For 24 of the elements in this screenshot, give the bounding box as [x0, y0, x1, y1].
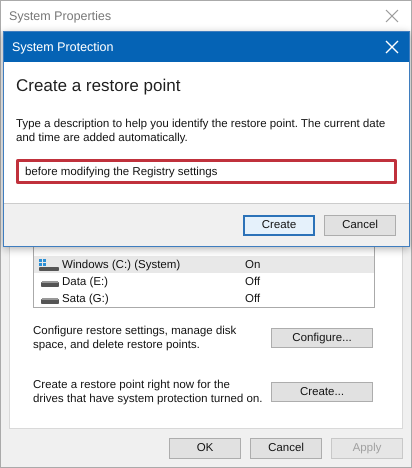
close-icon[interactable]	[385, 9, 399, 23]
dialog-button[interactable]: Cancel	[250, 438, 322, 458]
action-button[interactable]: Create...	[271, 382, 373, 402]
protection-status: Off	[244, 292, 260, 304]
drive-name: Data (E:)	[62, 276, 108, 288]
dialog-button[interactable]: Cancel	[324, 214, 396, 236]
dialog-title: System Protection	[12, 40, 114, 54]
action-button[interactable]: Configure...	[271, 328, 373, 348]
drive-icon	[39, 258, 59, 270]
action-description: Configure restore settings, manage disk space, and delete restore points.	[33, 324, 238, 352]
drive-row[interactable]: Sata (G:) Off	[34, 290, 374, 307]
drive-row[interactable]: Data (E:) Off	[34, 273, 374, 290]
drive-row[interactable]: Windows (C:) (System) On	[34, 256, 374, 273]
dialog-button[interactable]: Create	[243, 214, 315, 236]
drive-name: Windows (C:) (System)	[62, 258, 180, 270]
action-description: Create a restore point right now for the drives that have system protection turned on.	[33, 378, 263, 406]
drive-name: Sata (G:)	[62, 292, 109, 304]
description-text: Type a description to help you identify the restore point. The current date and time are added automatically.	[16, 118, 386, 145]
window-title: System Properties	[9, 9, 112, 23]
description-field[interactable]: before modifying the Registry settings	[16, 159, 397, 184]
protection-status: On	[244, 258, 260, 270]
dialog-heading: Create a restore point	[16, 76, 182, 96]
dialog-button[interactable]: OK	[169, 438, 241, 458]
protection-status: Off	[244, 276, 260, 288]
